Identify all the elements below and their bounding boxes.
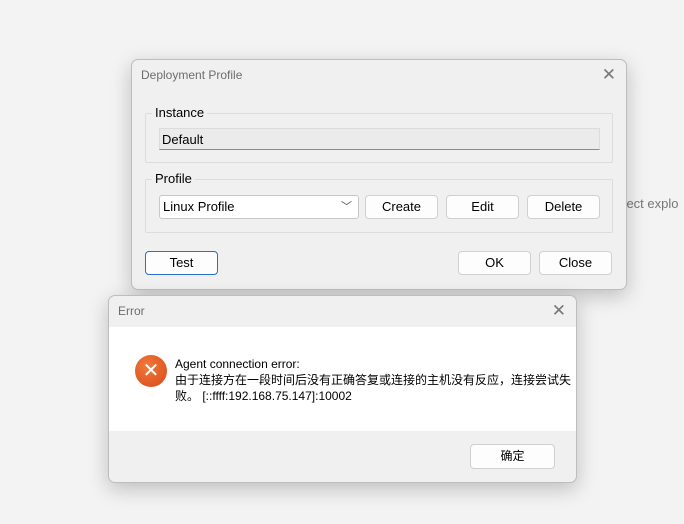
- message-area: ✕ Agent connection error: 由于连接方在一段时间后没有正…: [109, 327, 576, 431]
- delete-button[interactable]: Delete: [527, 195, 600, 219]
- profile-label: Profile: [152, 171, 195, 186]
- profile-select[interactable]: Linux Profile ﹀: [159, 195, 359, 219]
- edit-button[interactable]: Edit: [446, 195, 519, 219]
- close-icon[interactable]: ✕: [602, 60, 616, 90]
- ok-button[interactable]: OK: [458, 251, 531, 275]
- dialog-title: Deployment Profile: [141, 68, 243, 82]
- instance-label: Instance: [152, 105, 208, 120]
- profile-selected: Linux Profile: [163, 199, 235, 214]
- close-button[interactable]: Close: [539, 251, 612, 275]
- error-message-line2: 由于连接方在一段时间后没有正确答复或连接的主机没有反应，连接尝试失: [175, 373, 572, 387]
- instance-group: Instance Default: [145, 105, 613, 163]
- instance-field[interactable]: Default: [159, 128, 600, 150]
- create-button[interactable]: Create: [365, 195, 438, 219]
- error-message-line3: 败。 [::ffff:192.168.75.147]:10002: [175, 389, 352, 403]
- dialog-title: Error: [118, 304, 145, 318]
- test-button[interactable]: Test: [145, 251, 218, 275]
- title-bar: Deployment Profile ✕: [132, 60, 626, 90]
- error-dialog: Error ✕ ✕ Agent connection error: 由于连接方在…: [108, 295, 577, 483]
- close-icon[interactable]: ✕: [552, 296, 566, 326]
- deployment-profile-dialog: Deployment Profile ✕ Instance Default Pr…: [131, 59, 627, 290]
- error-message-line1: Agent connection error:: [175, 357, 300, 371]
- profile-group: Profile Linux Profile ﹀ Create Edit Dele…: [145, 171, 613, 233]
- error-icon: ✕: [135, 355, 167, 387]
- chevron-down-icon: ﹀: [341, 201, 352, 213]
- title-bar: Error ✕: [109, 296, 576, 326]
- confirm-button[interactable]: 确定: [470, 444, 555, 469]
